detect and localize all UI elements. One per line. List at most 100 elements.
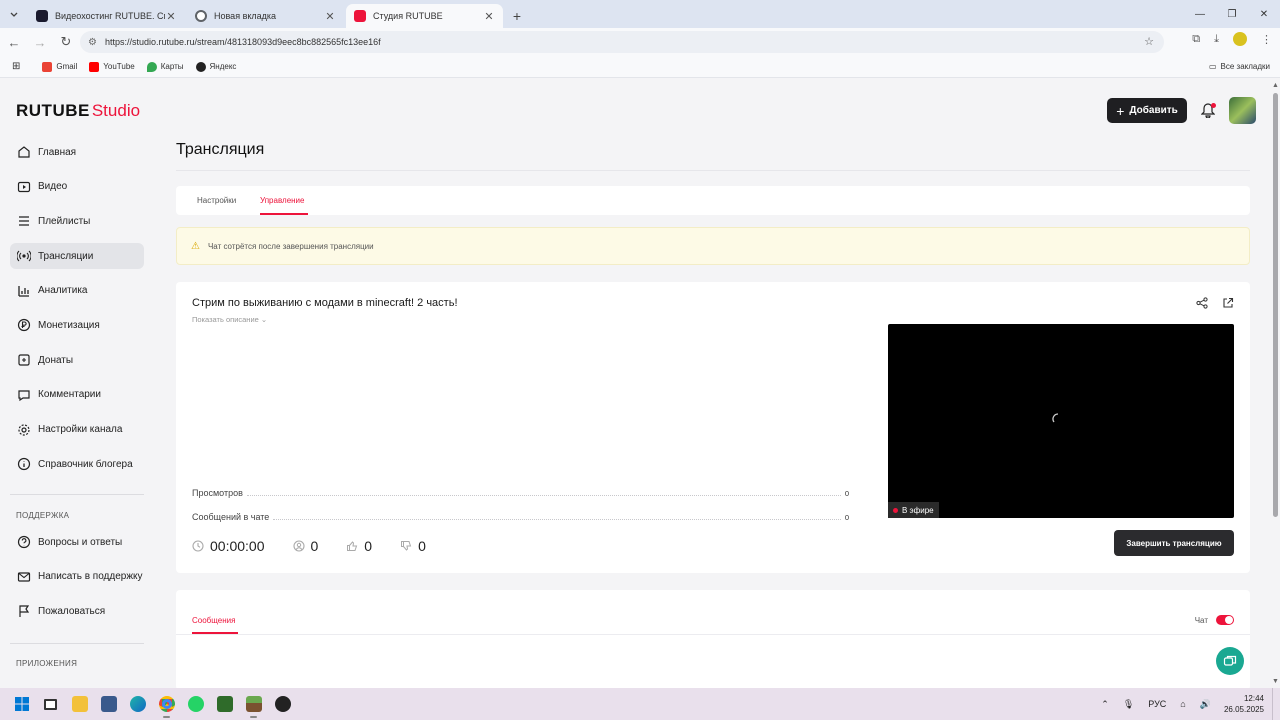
comments-icon	[16, 387, 32, 403]
obs-studio-icon[interactable]	[268, 688, 297, 720]
show-desktop-button[interactable]	[1272, 688, 1280, 720]
sidebar-item-broadcasts[interactable]: Трансляции	[10, 243, 144, 270]
microphone-icon[interactable]: 🎙	[1123, 699, 1134, 710]
support-heading: ПОДДЕРЖКА	[16, 511, 70, 520]
stream-card: Стрим по выживанию с модами в minecraft!…	[176, 282, 1250, 573]
network-icon[interactable]: ⌂	[1180, 699, 1185, 709]
sidebar-item-home[interactable]: Главная	[10, 139, 144, 165]
broadcast-icon	[16, 248, 32, 264]
sidebar-item-handbook[interactable]: Справочник блогера	[10, 451, 144, 477]
sidebar-item-report[interactable]: Пожаловаться	[10, 598, 144, 624]
profile-avatar-icon[interactable]	[1233, 32, 1247, 46]
close-icon[interactable]: ✕	[483, 10, 495, 23]
minimize-icon[interactable]: —	[1184, 0, 1216, 28]
language-indicator[interactable]: РУС	[1148, 699, 1166, 709]
plus-icon: +	[1116, 102, 1125, 119]
tab-search-icon[interactable]	[0, 0, 28, 28]
taskbar-clock[interactable]: 12:44 26.05.2025	[1224, 693, 1264, 715]
apps-grid-icon[interactable]: ⊞	[12, 61, 20, 72]
scroll-down-icon[interactable]: ▼	[1272, 678, 1279, 685]
window-close-icon[interactable]: ✕	[1248, 0, 1280, 28]
sidebar-item-faq[interactable]: Вопросы и ответы	[10, 529, 144, 555]
file-explorer-icon[interactable]	[65, 688, 94, 720]
volume-icon[interactable]: 🔊	[1200, 699, 1211, 710]
all-bookmarks-button[interactable]: ▭ Все закладки	[1209, 62, 1270, 71]
tab-management[interactable]: Управление	[260, 196, 304, 205]
home-icon	[16, 144, 32, 160]
tab-messages[interactable]: Сообщения	[192, 616, 235, 625]
scroll-up-icon[interactable]: ▲	[1272, 82, 1279, 89]
chat-toggle[interactable]	[1216, 615, 1234, 625]
end-stream-button[interactable]: Завершить трансляцию	[1114, 530, 1234, 556]
whatsapp-icon[interactable]	[181, 688, 210, 720]
dislikes-counter: 0	[400, 538, 426, 554]
chat-bubble-icon	[1223, 654, 1237, 668]
open-external-icon[interactable]	[1222, 297, 1234, 309]
bookmark-maps[interactable]: Карты	[146, 61, 184, 72]
add-button[interactable]: + Добавить	[1107, 98, 1187, 123]
tab-settings[interactable]: Настройки	[197, 196, 236, 205]
user-avatar[interactable]	[1229, 97, 1256, 124]
header-actions: + Добавить	[1107, 97, 1256, 124]
sidebar-item-video[interactable]: Видео	[10, 174, 144, 200]
tray-chevron-up-icon[interactable]: ⌃	[1101, 699, 1109, 710]
video-icon	[16, 179, 32, 195]
bookmark-gmail[interactable]: Gmail	[42, 61, 77, 72]
maximize-icon[interactable]: ❐	[1216, 0, 1248, 28]
reload-icon[interactable]: ↻	[54, 30, 78, 54]
windows-start-icon[interactable]	[7, 688, 36, 720]
viewers-counter: 0	[292, 538, 318, 554]
sidebar-item-donations[interactable]: Донаты	[10, 347, 144, 373]
dotted-leader	[273, 519, 841, 520]
bookmark-yandex[interactable]: Яндекс	[195, 61, 236, 72]
stream-counters: 00:00:00 0 0 0	[192, 538, 454, 554]
forward-arrow-icon[interactable]: →	[28, 30, 52, 54]
sidebar-item-playlists[interactable]: Плейлисты	[10, 208, 144, 234]
rutube-studio-logo[interactable]: RUTUBE Studio	[16, 101, 140, 121]
extensions-icon[interactable]: ⧉	[1192, 33, 1200, 46]
notifications-bell-icon[interactable]	[1197, 100, 1219, 122]
url-input[interactable]: ⚙ https://studio.rutube.ru/stream/481318…	[80, 31, 1164, 53]
new-tab-plus-icon[interactable]: +	[505, 4, 529, 28]
browser-tab-studio[interactable]: Студия RUTUBE ✕	[346, 4, 503, 28]
edge-browser-icon[interactable]	[123, 688, 152, 720]
stream-timer: 00:00:00	[192, 538, 265, 554]
sidebar-item-write-support[interactable]: Написать в поддержку	[10, 564, 144, 590]
question-icon	[16, 534, 32, 550]
show-description-link[interactable]: Показать описание ⌄	[192, 315, 267, 324]
chrome-browser-icon[interactable]	[152, 688, 181, 720]
stream-preview-player[interactable]: В эфире	[888, 324, 1234, 518]
site-info-icon[interactable]: ⚙	[88, 37, 97, 48]
sidebar-item-comments[interactable]: Комментарии	[10, 382, 144, 408]
windows-taskbar: ⌃ 🎙 РУС ⌂ 🔊 12:44 26.05.2025	[0, 688, 1280, 720]
chat-warning-banner: ⚠ Чат сотрётся после завершения трансляц…	[176, 227, 1250, 265]
support-chat-fab[interactable]	[1216, 647, 1244, 675]
sidebar-support-nav: Вопросы и ответы Написать в поддержку По…	[10, 529, 144, 633]
browser-menu-icon[interactable]: ⋮	[1261, 33, 1272, 46]
close-icon[interactable]: ✕	[165, 10, 177, 23]
sidebar-item-monetization[interactable]: Монетизация	[10, 312, 144, 338]
close-icon[interactable]: ✕	[324, 10, 336, 23]
stream-tabs: Настройки Управление	[176, 186, 1250, 215]
scrollbar-thumb[interactable]	[1273, 93, 1278, 517]
sidebar-item-channel-settings[interactable]: Настройки канала	[10, 417, 144, 443]
browser-tab-rutube[interactable]: Видеохостинг RUTUBE. Смотр ✕	[28, 4, 185, 28]
sidebar-item-analytics[interactable]: Аналитика	[10, 278, 144, 304]
minecraft-icon[interactable]	[239, 688, 268, 720]
bookmark-star-icon[interactable]: ☆	[1144, 35, 1154, 48]
browser-tab-new[interactable]: Новая вкладка ✕	[187, 4, 344, 28]
browser-tab-bar: Видеохостинг RUTUBE. Смотр ✕ Новая вклад…	[0, 0, 1280, 28]
thumbs-down-icon	[400, 540, 412, 552]
rutube-favicon-icon	[36, 10, 48, 22]
handbook-icon	[16, 456, 32, 472]
dotted-leader	[246, 495, 841, 496]
download-icon[interactable]: ⤓	[1214, 33, 1219, 46]
back-arrow-icon[interactable]: ←	[2, 30, 26, 54]
calculator-icon[interactable]	[94, 688, 123, 720]
task-view-icon[interactable]	[36, 688, 65, 720]
chat-toggle-label: Чат	[1194, 616, 1208, 625]
share-icon[interactable]	[1196, 297, 1208, 309]
minecraft-launcher-icon[interactable]	[210, 688, 239, 720]
page-scrollbar[interactable]: ▲ ▼	[1270, 79, 1280, 688]
bookmark-youtube[interactable]: YouTube	[89, 61, 135, 72]
